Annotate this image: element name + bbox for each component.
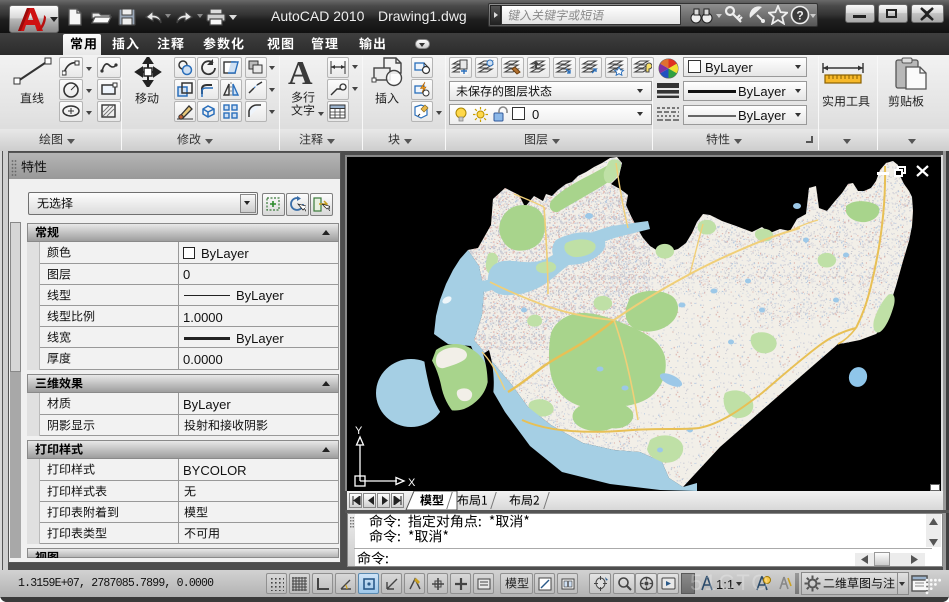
svg-text:Y: Y — [355, 425, 363, 437]
svg-text:X: X — [408, 477, 416, 489]
svg-text:?: ? — [796, 9, 803, 23]
